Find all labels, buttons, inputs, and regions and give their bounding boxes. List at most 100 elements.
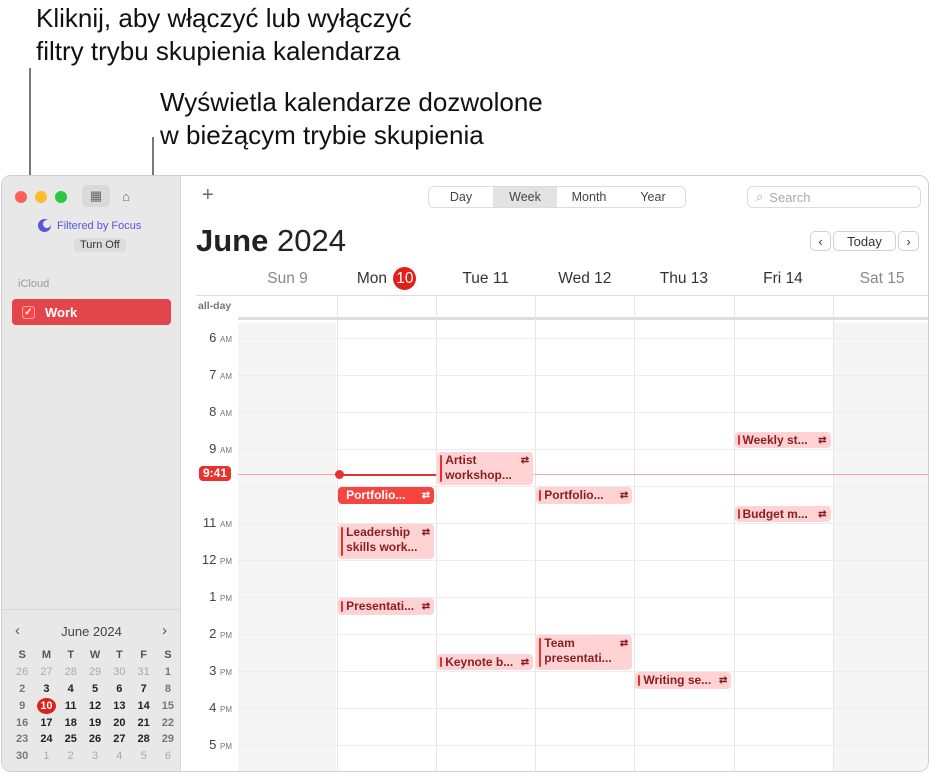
mini-day[interactable]: 30 — [107, 664, 131, 681]
mini-day[interactable]: 15 — [156, 697, 180, 714]
event[interactable]: Presentati... ⇄ — [338, 598, 435, 615]
hour-line — [238, 708, 928, 709]
mini-day[interactable]: 1 — [34, 748, 58, 765]
day-number: 14 — [785, 270, 803, 287]
mini-day[interactable]: 29 — [83, 664, 107, 681]
hour-line — [238, 560, 928, 561]
mini-day[interactable]: 3 — [83, 748, 107, 765]
day-number: 12 — [594, 270, 612, 287]
repeat-icon: ⇄ — [619, 490, 629, 501]
zoom-button[interactable] — [55, 191, 67, 203]
calendar-item-work[interactable]: ✓ Work — [12, 299, 171, 325]
mini-day[interactable]: 30 — [10, 748, 34, 765]
tab-week[interactable]: Week — [493, 187, 557, 207]
mini-day[interactable]: 4 — [107, 748, 131, 765]
mini-day[interactable]: 23 — [10, 731, 34, 748]
event-title: Keynote b... — [445, 654, 514, 669]
event[interactable]: Portfolio... ⇄ — [536, 487, 633, 504]
repeat-icon: ⇄ — [619, 638, 629, 649]
moon-icon — [38, 219, 51, 232]
day-header[interactable]: Thu 13 — [634, 270, 733, 288]
next-month-icon[interactable]: › — [162, 622, 167, 639]
day-header[interactable]: Mon 10 — [337, 267, 436, 290]
event[interactable]: Writing se... ⇄ — [635, 672, 732, 689]
mini-day[interactable]: 3 — [34, 681, 58, 698]
today-button[interactable]: Today — [833, 231, 896, 251]
mini-day[interactable]: 5 — [131, 748, 155, 765]
previous-week-button[interactable]: ‹ — [810, 231, 831, 251]
mini-day[interactable]: 5 — [83, 681, 107, 698]
calendar-list-icon[interactable]: ▦ — [82, 185, 110, 207]
day-header[interactable]: Sun 9 — [238, 270, 337, 288]
sidebar: ▦ ⌂ Filtered by Focus Turn Off iCloud ✓ W… — [2, 176, 181, 771]
mini-day[interactable]: 20 — [107, 714, 131, 731]
event[interactable]: Leadership skills work... ⇄ — [338, 524, 435, 559]
minimize-button[interactable] — [35, 191, 47, 203]
mini-day[interactable]: 26 — [10, 664, 34, 681]
event[interactable]: Portfolio... ⇄ — [338, 487, 435, 504]
callout-allowed-calendars: Wyświetla kalendarze dozwolone w bieżący… — [160, 87, 543, 150]
tab-month[interactable]: Month — [557, 187, 621, 207]
today-marker[interactable]: 10 — [36, 697, 56, 714]
weekday-head: T — [67, 649, 75, 662]
mini-day[interactable]: 22 — [156, 714, 180, 731]
day-header[interactable]: Wed 12 — [535, 270, 634, 288]
hour-label: 9 AM — [209, 441, 232, 456]
day-number: 11 — [492, 270, 509, 287]
mini-day[interactable]: 26 — [83, 731, 107, 748]
add-event-button[interactable]: + — [202, 184, 214, 207]
event[interactable]: Budget m... ⇄ — [734, 505, 831, 522]
day-header[interactable]: Tue 11 — [436, 270, 535, 288]
mini-day[interactable]: 7 — [131, 681, 155, 698]
mini-day[interactable]: 8 — [156, 681, 180, 698]
mini-day[interactable]: 11 — [59, 697, 83, 714]
mini-day[interactable]: 13 — [107, 697, 131, 714]
mini-calendar: ‹ June 2024 › S M T W T F S 26 27 28 29 30 31 1 2 3 4 5 6 7… — [2, 609, 181, 771]
mini-day[interactable]: 12 — [83, 697, 107, 714]
search-field[interactable]: ⌕ Search — [747, 186, 921, 208]
event[interactable]: Artist workshop... ⇄ — [437, 451, 534, 485]
mini-day[interactable]: 16 — [10, 714, 34, 731]
mini-day[interactable]: 18 — [59, 714, 83, 731]
mini-day[interactable]: 9 — [10, 697, 34, 714]
mini-day[interactable]: 10 — [34, 697, 58, 714]
mini-day[interactable]: 25 — [59, 731, 83, 748]
callout-focus-toggle: Kliknij, aby włączyć lub wyłączyć filtry… — [36, 3, 412, 66]
mini-day[interactable]: 31 — [131, 664, 155, 681]
current-time-today-line — [337, 473, 437, 476]
turn-off-focus-filter-button[interactable]: Turn Off — [74, 238, 126, 252]
mini-day[interactable]: 27 — [34, 664, 58, 681]
event[interactable]: Weekly st... ⇄ — [734, 431, 831, 448]
mini-day[interactable]: 19 — [83, 714, 107, 731]
week-grid[interactable]: all-day 6 AM 7 AM 8 AM 9 AM 11 AM 12 PM 1 PM 2 … — [196, 295, 928, 771]
mini-day[interactable]: 4 — [59, 681, 83, 698]
inbox-icon[interactable]: ⌂ — [112, 185, 140, 207]
day-header[interactable]: Sat 15 — [833, 270, 928, 288]
mini-day[interactable]: 24 — [34, 731, 58, 748]
day-name: Fri — [763, 270, 782, 287]
close-button[interactable] — [15, 191, 27, 203]
tab-year[interactable]: Year — [621, 187, 685, 207]
day-name: Mon — [356, 270, 388, 287]
mini-day[interactable]: 17 — [34, 714, 58, 731]
mini-day[interactable]: 6 — [156, 748, 180, 765]
mini-day[interactable]: 29 — [156, 731, 180, 748]
all-day-row[interactable] — [238, 317, 928, 320]
hour-line — [238, 338, 928, 339]
checkbox-icon[interactable]: ✓ — [22, 305, 35, 319]
next-week-button[interactable]: › — [898, 231, 919, 251]
tab-day[interactable]: Day — [429, 187, 493, 207]
mini-day[interactable]: 1 — [156, 664, 180, 681]
mini-day[interactable]: 2 — [59, 748, 83, 765]
day-name: Tue — [462, 270, 489, 287]
event[interactable]: Team presentati... ⇄ — [536, 635, 633, 670]
day-header[interactable]: Fri 14 — [734, 270, 833, 288]
mini-day[interactable]: 14 — [131, 697, 155, 714]
mini-day[interactable]: 28 — [59, 664, 83, 681]
mini-day[interactable]: 21 — [131, 714, 155, 731]
mini-day[interactable]: 6 — [107, 681, 131, 698]
mini-day[interactable]: 28 — [131, 731, 155, 748]
event[interactable]: Keynote b... ⇄ — [437, 653, 534, 670]
mini-day[interactable]: 27 — [107, 731, 131, 748]
mini-day[interactable]: 2 — [10, 681, 34, 698]
